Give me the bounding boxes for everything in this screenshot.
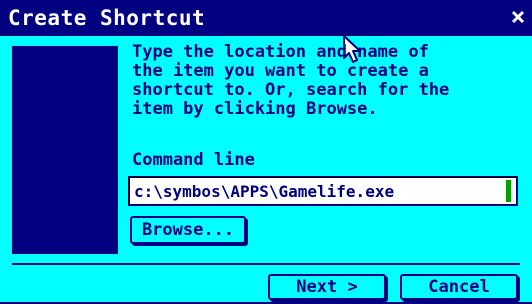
cancel-button[interactable]: Cancel	[400, 274, 518, 300]
title-bar[interactable]: Create Shortcut	[0, 0, 532, 36]
command-line-input[interactable]	[128, 176, 518, 206]
wizard-side-panel	[12, 46, 118, 254]
divider	[12, 263, 520, 265]
next-button[interactable]: Next >	[268, 274, 386, 300]
browse-button[interactable]: Browse...	[130, 216, 246, 244]
create-shortcut-dialog: Create Shortcut Type the location and na…	[0, 0, 532, 304]
instructions-text: Type the location and name of the item y…	[132, 42, 450, 119]
window-title: Create Shortcut	[8, 6, 206, 30]
text-caret	[506, 180, 511, 202]
command-line-label: Command line	[132, 150, 255, 170]
close-icon[interactable]	[510, 9, 526, 25]
